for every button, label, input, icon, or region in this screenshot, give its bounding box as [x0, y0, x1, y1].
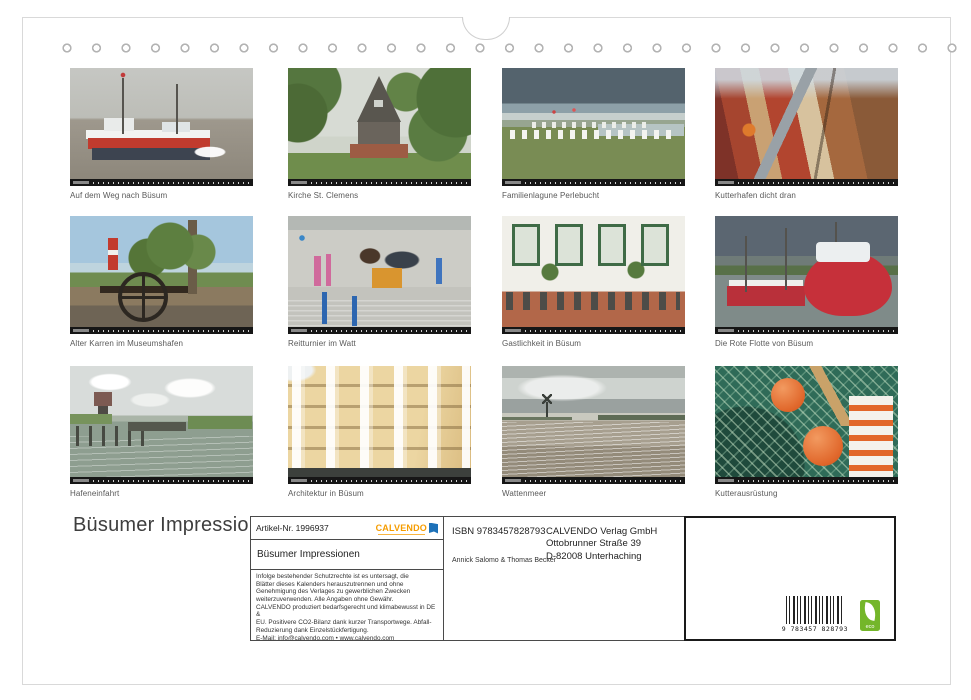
- mini-date-strip: [715, 477, 898, 484]
- eco-leaf-icon: [863, 602, 878, 621]
- mini-date-strip: [288, 477, 471, 484]
- calendar-title-cell: Büsumer Impressionen: [251, 540, 443, 570]
- calendar-thumbnail: Auf dem Weg nach Büsum: [70, 68, 253, 200]
- calendar-thumbnail: Architektur in Büsum: [288, 366, 471, 498]
- calendar-thumbnail: Reitturnier im Watt: [288, 216, 471, 348]
- mini-date-strip: [70, 179, 253, 186]
- eco-label: eco: [860, 624, 880, 630]
- calvendo-logo: CALVENDO: [376, 523, 438, 534]
- calendar-thumbnail: Die Rote Flotte von Büsum: [715, 216, 898, 348]
- calvendo-logo-text: CALVENDO: [376, 523, 427, 533]
- thumbnail-photo-harbour-entrance: [70, 366, 253, 484]
- thumbnail-photo-wadden-sea: [502, 366, 685, 484]
- legal-text: Infolge bestehender Schutzrechte ist es …: [251, 570, 443, 640]
- calendar-thumbnail: Wattenmeer: [502, 366, 685, 498]
- barcode-bars: [786, 596, 844, 624]
- thumbnail-caption: Wattenmeer: [502, 489, 685, 498]
- thumbnail-photo-cutters: [715, 68, 898, 186]
- mini-date-strip: [70, 327, 253, 334]
- mini-date-strip: [288, 179, 471, 186]
- thumbnail-caption: Hafeneinfahrt: [70, 489, 253, 498]
- thumbnail-caption: Familienlagune Perlebucht: [502, 191, 685, 200]
- article-number: Artikel-Nr. 1996937: [256, 523, 329, 533]
- thumbnail-photo-ship: [70, 68, 253, 186]
- thumbnail-caption: Alter Karren im Museumshafen: [70, 339, 253, 348]
- thumbnail-photo-cart: [70, 216, 253, 334]
- mini-date-strip: [715, 179, 898, 186]
- thumbnail-caption: Reitturnier im Watt: [288, 339, 471, 348]
- barcode-digits: 9 783457 828793: [782, 625, 848, 633]
- calvendo-logo-icon: [429, 523, 438, 534]
- thumbnail-caption: Auf dem Weg nach Büsum: [70, 191, 253, 200]
- thumbnail-photo-lagoon: [502, 68, 685, 186]
- info-table: Artikel-Nr. 1996937 CALVENDO Büsumer Imp…: [250, 516, 896, 641]
- mini-date-strip: [70, 477, 253, 484]
- mini-date-strip: [502, 179, 685, 186]
- calendar-thumbnail: Gastlichkeit in Büsum: [502, 216, 685, 348]
- calendar-thumbnail: Kirche St. Clemens: [288, 68, 471, 200]
- thumbnail-photo-church: [288, 68, 471, 186]
- spiral-binding-holes: [61, 42, 963, 54]
- calendar-thumbnail: Familienlagune Perlebucht: [502, 68, 685, 200]
- thumbnail-photo-equipment: [715, 366, 898, 484]
- mini-date-strip: [288, 327, 471, 334]
- calendar-thumbnail: Hafeneinfahrt: [70, 366, 253, 498]
- barcode: 9 783457 828793: [782, 596, 848, 633]
- authors: Annick Salomo & Thomas Becker: [452, 557, 556, 564]
- publisher-address: CALVENDO Verlag GmbH Ottobrunner Straße …: [546, 526, 657, 563]
- thumbnail-caption: Die Rote Flotte von Büsum: [715, 339, 898, 348]
- calendar-thumbnail: Alter Karren im Museumshafen: [70, 216, 253, 348]
- mini-date-strip: [715, 327, 898, 334]
- article-info-column: Artikel-Nr. 1996937 CALVENDO Büsumer Imp…: [250, 516, 444, 641]
- thumbnail-caption: Kutterausrüstung: [715, 489, 898, 498]
- thumbnail-photo-red-fleet: [715, 216, 898, 334]
- mini-date-strip: [502, 477, 685, 484]
- isbn-number: ISBN 9783457828793: [452, 526, 546, 537]
- thumbnail-photo-architecture: [288, 366, 471, 484]
- mini-date-strip: [502, 327, 685, 334]
- barcode-box: 9 783457 828793 eco: [684, 516, 896, 641]
- thumbnail-photo-tournament: [288, 216, 471, 334]
- publisher-column: ISBN 9783457828793 CALVENDO Verlag GmbH …: [444, 516, 684, 641]
- article-number-row: Artikel-Nr. 1996937 CALVENDO: [251, 517, 443, 540]
- calendar-thumbnail: Kutterausrüstung: [715, 366, 898, 498]
- thumbnail-caption: Kirche St. Clemens: [288, 191, 471, 200]
- calendar-thumbnail: Kutterhafen dicht dran: [715, 68, 898, 200]
- thumbnail-photo-restaurant: [502, 216, 685, 334]
- eco-badge: eco: [860, 600, 880, 631]
- thumbnail-caption: Gastlichkeit in Büsum: [502, 339, 685, 348]
- thumbnail-caption: Kutterhafen dicht dran: [715, 191, 898, 200]
- thumbnail-caption: Architektur in Büsum: [288, 489, 471, 498]
